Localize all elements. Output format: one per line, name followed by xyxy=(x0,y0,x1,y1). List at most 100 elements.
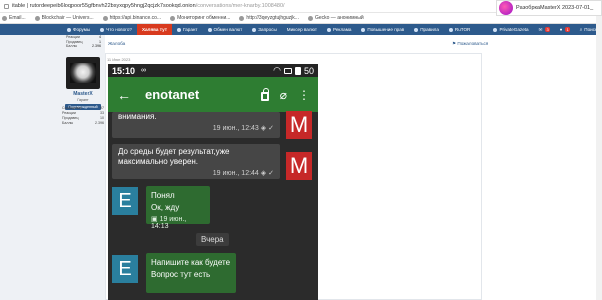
bookmark-icon xyxy=(102,15,108,21)
outgoing-message[interactable]: До среды будет результат,уже максимально … xyxy=(112,144,280,179)
status-time: 15:10 xyxy=(112,65,136,76)
alerts-count: 1 xyxy=(565,27,570,32)
ads-icon xyxy=(326,27,331,32)
phone-status-bar: 15:10 ∞ ◠ 50 xyxy=(108,64,318,77)
sidebar-top-stats: Реакции 4 Продавец 1 Баллы 2.396 xyxy=(0,35,105,49)
nav-upgrade[interactable]: Повышение прав xyxy=(356,24,409,35)
rules-icon xyxy=(414,27,419,32)
nav-account[interactable]: PrivateGazeta xyxy=(488,24,533,35)
page-info-icon[interactable] xyxy=(4,3,9,9)
avatar[interactable] xyxy=(66,57,100,89)
avatar-e[interactable]: E xyxy=(112,255,138,283)
nav-ads[interactable]: Реклама xyxy=(322,24,356,35)
message-text: До среды будет результат,уже максимально … xyxy=(118,147,230,166)
stat-row: Баллы 2.396 xyxy=(62,121,104,125)
username[interactable]: MasterX xyxy=(62,91,104,97)
chat-screenshot: 15:10 ∞ ◠ 50 ← enotanet ⌀ ⋮ внимания. 19… xyxy=(108,64,318,300)
bookmark-icon xyxy=(2,15,7,21)
nav-alerts[interactable]: ● 1 xyxy=(555,24,575,35)
shield-icon: ◈ xyxy=(260,125,267,132)
notification-app-icon xyxy=(499,1,513,15)
nav-user-area: PrivateGazeta ✉ 3 ● 1 ⌕ Поиск xyxy=(488,24,602,35)
user-rank: Гарант xyxy=(77,98,89,102)
forum-navigation: Форумы Что нового? Халява тут Гарант Обм… xyxy=(0,24,602,35)
nav-rutor[interactable]: RuTOR xyxy=(444,24,476,35)
upgrade-icon xyxy=(361,27,366,32)
rutor-icon xyxy=(448,27,453,32)
message-text: Понял Ок, жду xyxy=(151,191,180,212)
incoming-message[interactable]: Напишите как будете Вопрос тут есть xyxy=(146,253,236,293)
toolbar-actions: ⌀ ⋮ xyxy=(260,87,310,102)
outgoing-message[interactable]: внимания. 19 июн., 12:43 ◈ ✓ xyxy=(112,112,280,138)
notification-popup[interactable]: PaзoбpкaMasterX 2023-07-01_ xyxy=(496,0,602,16)
bookmark-onion[interactable]: http://3qeyzgtujhguzjk... xyxy=(239,15,299,21)
bookmark-blockchair[interactable]: Blockchair — Univers... xyxy=(34,15,94,21)
message-meta: 19 июн., 12:44 ◈ ✓ xyxy=(212,170,274,177)
forums-icon xyxy=(67,27,71,32)
battery-level: 50 xyxy=(303,65,314,76)
bookmark-gecko[interactable]: Gecko — анонимный xyxy=(307,15,364,21)
notification-text: PaзoбpкaMasterX 2023-07-01_ xyxy=(516,5,594,11)
avatar-e[interactable]: E xyxy=(112,187,138,215)
incoming-message[interactable]: Понял Ок, жду ▣ 19 июн., 14:13 xyxy=(146,186,210,230)
lock-small-icon: ▣ xyxy=(151,216,158,223)
chat-title[interactable]: enotanet xyxy=(145,87,199,102)
envelope-icon: ✉ xyxy=(538,26,543,32)
stat-row: Баллы 2.396 xyxy=(66,44,101,48)
exchange-icon xyxy=(207,27,212,32)
nav-messages[interactable]: ✉ 3 xyxy=(534,24,555,35)
bookmark-icon xyxy=(34,15,40,21)
bookmark-binance[interactable]: https://api.binance.co... xyxy=(102,15,161,21)
nav-freebies[interactable]: Халява тут xyxy=(136,24,172,35)
message-meta: ▣ 19 июн., 14:13 xyxy=(151,216,187,230)
check-icon: ✓ xyxy=(268,125,274,132)
battery-icon xyxy=(294,66,301,75)
more-vert-icon[interactable]: ⋮ xyxy=(298,88,310,102)
wifi-icon: ◠ xyxy=(273,65,281,75)
day-separator: Вчера xyxy=(196,233,229,246)
message-text: внимания. xyxy=(118,112,157,121)
report-link[interactable]: ⚑ Пожаловаться xyxy=(452,41,488,47)
breadcrumb[interactable]: Жалоба xyxy=(108,41,125,46)
status-icons: ◠ 50 xyxy=(273,65,314,76)
avatar-m[interactable]: M xyxy=(286,152,312,180)
new-icon xyxy=(100,27,105,32)
nav-mixer[interactable]: Миксер валют xyxy=(282,24,322,35)
avatar-image xyxy=(70,63,96,83)
url-text[interactable]: itable | rutordeepeib6loqpoor55gfbnvh22b… xyxy=(12,3,285,9)
page-scrollbar[interactable] xyxy=(596,0,602,300)
nav-forums[interactable]: Форумы xyxy=(62,24,95,35)
chat-toolbar: ← enotanet ⌀ ⋮ xyxy=(108,77,318,112)
infinity-icon: ∞ xyxy=(141,67,146,74)
bookmark-icon xyxy=(307,15,313,21)
nav-guarantor[interactable]: Гарант xyxy=(172,24,203,35)
search-icon: ⌕ xyxy=(579,27,583,32)
paperclip-icon[interactable]: ⌀ xyxy=(280,88,287,102)
check-icon: ✓ xyxy=(268,170,274,177)
requests-icon xyxy=(252,27,257,32)
avatar-m[interactable]: M xyxy=(286,111,312,139)
user-profile: MasterX Гарант Подтвержденный xyxy=(62,57,104,110)
shield-icon: ◈ xyxy=(260,170,267,177)
back-arrow-icon[interactable]: ← xyxy=(117,87,131,103)
nav-whats-new[interactable]: Что нового? xyxy=(95,24,137,35)
bell-icon: ● xyxy=(559,27,563,32)
messages-count: 3 xyxy=(545,27,550,32)
user-stats: Сообщения 97 Реакции 33 Продавец 10 Баллы 2.… xyxy=(62,106,104,126)
cast-icon xyxy=(283,67,292,74)
message-meta: 19 июн., 12:43 ◈ ✓ xyxy=(212,125,274,132)
screen: { "browser": { "url_main": "itable | rut… xyxy=(0,0,602,300)
message-text: Напишите как будете Вопрос тут есть xyxy=(151,258,231,279)
guarantor-icon xyxy=(176,27,181,32)
post-date: 11 Июн 2023 xyxy=(107,57,131,62)
bookmark-email[interactable]: Email... xyxy=(2,15,26,21)
lock-icon[interactable] xyxy=(260,87,269,101)
account-icon xyxy=(493,27,498,32)
bookmark-icon xyxy=(239,15,245,21)
sidebar: Реакции 4 Продавец 1 Баллы 2.396 MasterX Га… xyxy=(0,35,105,300)
nav-rules[interactable]: Правила xyxy=(409,24,444,35)
nav-requests[interactable]: Запросы xyxy=(247,24,282,35)
nav-exchange[interactable]: Обмен валют xyxy=(203,24,248,35)
bookmark-icon xyxy=(170,15,176,21)
bookmark-monitoring[interactable]: Мониторинг обменни... xyxy=(170,15,230,21)
